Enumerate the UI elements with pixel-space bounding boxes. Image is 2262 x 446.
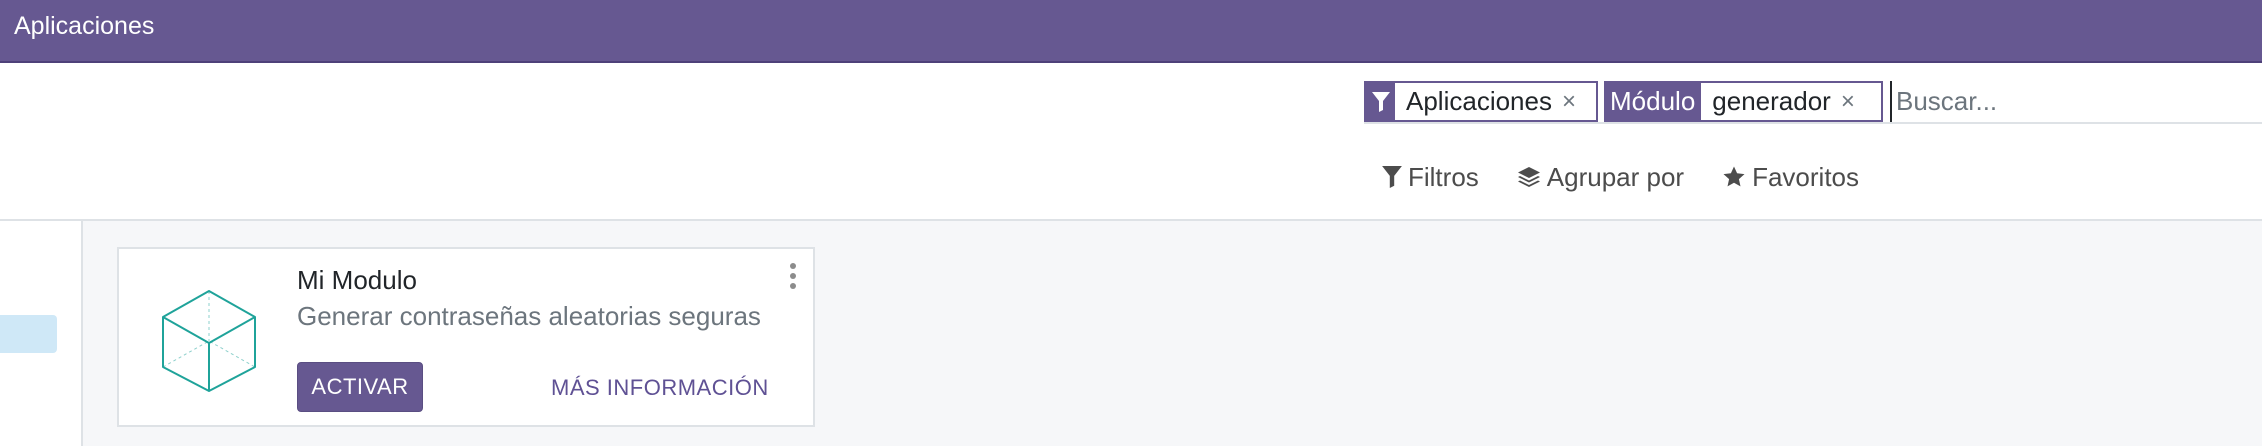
dot [790, 283, 796, 289]
more-info-link[interactable]: MÁS INFORMACIÓN [551, 375, 769, 401]
search-facet-module[interactable]: Módulo generador × [1604, 81, 1883, 122]
module-card[interactable]: Mi Modulo Generar contraseñas aleatorias… [117, 247, 815, 427]
favorites-button[interactable]: Favoritos [1722, 162, 1859, 193]
facet-title: Módulo [1606, 83, 1702, 120]
filter-icon [1366, 83, 1395, 120]
filter-icon [1382, 166, 1402, 188]
facet-remove-icon[interactable]: × [1562, 83, 1584, 120]
layers-icon [1517, 167, 1540, 187]
top-navbar: Aplicaciones [0, 0, 2262, 63]
search-facet-filter[interactable]: Aplicaciones × [1364, 81, 1598, 122]
dot [790, 263, 796, 269]
facet-value: generador [1712, 86, 1831, 116]
star-icon [1723, 166, 1745, 187]
module-name: Mi Modulo [297, 265, 417, 295]
category-sidebar [0, 221, 83, 446]
sidebar-item-selected[interactable] [0, 315, 57, 353]
activate-button[interactable]: ACTIVAR [297, 362, 423, 412]
cube-icon [162, 290, 256, 392]
dot [790, 273, 796, 279]
control-panel: Aplicaciones × Módulo generador × Filtro… [0, 63, 2262, 221]
groupby-button[interactable]: Agrupar por [1517, 162, 1684, 193]
facet-value: Aplicaciones [1406, 86, 1552, 116]
groupby-label: Agrupar por [1546, 161, 1685, 192]
card-menu-icon[interactable] [790, 263, 798, 289]
search-input[interactable] [1890, 81, 2250, 122]
kanban-view: Mi Modulo Generar contraseñas aleatorias… [83, 221, 2262, 446]
filters-label: Filtros [1408, 161, 1479, 192]
favorites-label: Favoritos [1752, 161, 1860, 192]
search-options-bar: Filtros Agrupar por Favoritos [1364, 155, 1859, 199]
facet-remove-icon[interactable]: × [1841, 83, 1863, 120]
app-title[interactable]: Aplicaciones [14, 10, 154, 42]
module-summary: Generar contraseñas aleatorias seguras [297, 301, 761, 331]
filters-button[interactable]: Filtros [1382, 162, 1479, 193]
search-bar: Aplicaciones × Módulo generador × [1364, 76, 2262, 124]
